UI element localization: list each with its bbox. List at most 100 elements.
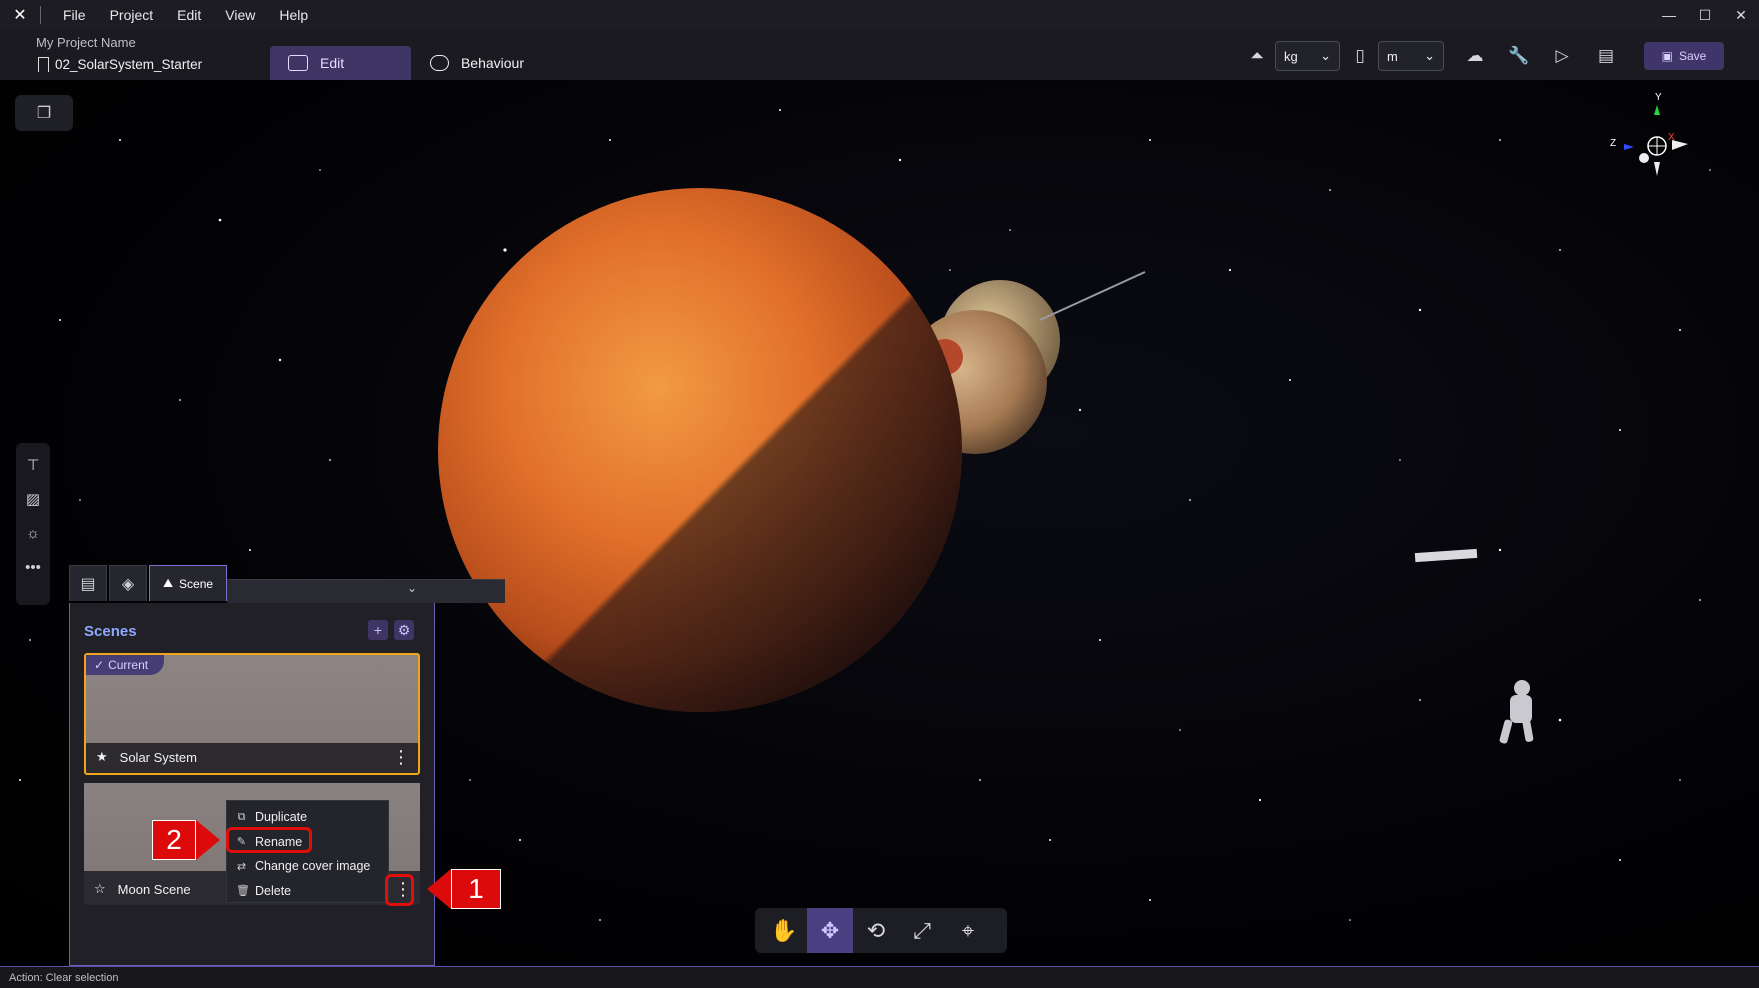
orientation-gizmo[interactable]: Y Z X [1602,88,1696,184]
ruler-icon: ▯ [1355,46,1365,65]
chevron-down-icon: ⌄ [1320,48,1331,63]
publish-button-wrap: ▤ [1594,40,1618,72]
save-button[interactable]: ▣ Save [1644,42,1724,70]
trash-icon: 🗑 [236,885,250,898]
scene-icon: ⛰ [162,576,174,590]
play-button-wrap: ▷ [1550,40,1574,72]
hand-icon[interactable]: ✋ [761,908,807,953]
settings-button-wrap: 🔧 [1507,40,1531,72]
star-filled-icon[interactable]: ★ [96,749,108,765]
gizmo-neg-y-axis [1654,162,1660,176]
satellite[interactable] [1414,548,1478,563]
tab-edit-label: Edit [320,55,345,71]
project-file-label: 02_SolarSystem_Starter [55,57,203,72]
chevron-down-icon[interactable]: ⌄ [407,581,417,595]
image-swap-icon: ⇄ [236,860,247,873]
behaviour-icon [430,55,449,71]
tab-edit[interactable]: Edit [270,46,411,80]
minimize-icon[interactable]: — [1651,0,1687,30]
scale-icon[interactable]: ⤢ [899,908,945,953]
mass-unit-dropdown[interactable]: kg ⌄ [1275,41,1340,71]
scenes-panel: Scenes + ⚙ ✓ Current ★ Solar System ⋮ ☆ … [69,603,435,966]
kebab-highlight [385,874,414,906]
menu-bar: ✕ File Project Edit View Help — ☐ ✕ [0,0,1759,30]
more-options-icon[interactable]: ⋮ [392,747,410,767]
gizmo-x-axis [1672,140,1688,150]
menu-item-label: Delete [255,883,292,898]
gizmo-y-label: Y [1655,92,1662,103]
menu-item-label: Change cover image [255,859,371,874]
save-icon: ▣ [1661,49,1673,63]
play-icon[interactable]: ▷ [1550,44,1574,68]
length-unit-value: m [1387,48,1398,64]
move-icon[interactable]: ✥ [807,908,853,953]
rocket-trail [1039,271,1146,321]
tab-behaviour-label: Behaviour [460,55,524,71]
astronaut[interactable] [1499,680,1534,744]
current-badge: ✓ Current [86,655,165,675]
layers-icon: ❐ [36,105,52,122]
callout-2-box: 2 [152,820,196,860]
project-file[interactable]: 02_SolarSystem_Starter [38,57,202,72]
top-toolbar: My Project Name 02_SolarSystem_Starter E… [0,30,1759,80]
assets-icon: ▤ [80,575,96,593]
plus-icon: + [373,622,383,638]
light-tool-icon[interactable]: ☼ [23,523,43,543]
maximize-icon[interactable]: ☐ [1687,0,1723,30]
menu-edit[interactable]: Edit [165,7,213,23]
length-unit-dropdown-wrap: m ⌄ [1378,40,1444,72]
scene-settings-button[interactable]: ⚙ [394,620,414,640]
gizmo-z-label: Z [1610,138,1616,149]
sun-shadow [438,188,962,712]
mass-unit-group: ⏶ [1245,40,1269,72]
tab-behaviour[interactable]: Behaviour [412,46,542,80]
tab-objects[interactable]: ◈ [109,565,147,601]
edit-icon [288,55,308,71]
star-outline-icon[interactable]: ☆ [94,881,106,897]
callout-1-arrow [427,869,451,909]
text-tool-icon[interactable]: ⊤ [23,455,43,475]
menu-item-duplicate[interactable]: ⧉ Duplicate [227,805,388,830]
gizmo-y-axis [1654,105,1660,115]
gizmo-z-axis [1624,144,1634,150]
view-toggle-button[interactable]: ❐ [15,95,73,131]
menu-view[interactable]: View [213,7,267,23]
publish-icon[interactable]: ▤ [1594,44,1618,68]
bookmark-icon [38,57,49,72]
rotate-icon[interactable]: ⟲ [853,908,899,953]
mass-unit-value: kg [1284,48,1298,64]
menu-item-change-cover-image[interactable]: ⇄ Change cover image [227,854,388,879]
more-icon[interactable]: ••• [23,557,43,577]
cloud-icon[interactable]: ☁ [1463,44,1487,68]
pivot-icon[interactable]: ⌖ [945,908,991,953]
add-scene-button[interactable]: + [368,620,388,640]
menu-item-label: Duplicate [255,810,308,825]
transform-toolbar: ✋ ✥ ⟲ ⤢ ⌖ [755,908,1007,953]
callout-1-box: 1 [451,869,501,909]
menu-project[interactable]: Project [98,7,166,23]
tab-assets[interactable]: ▤ [69,565,107,601]
tab-scene-label: Scene [179,576,214,591]
gear-icon: ⚙ [397,621,411,638]
menu-help[interactable]: Help [267,7,320,23]
scene-name: Solar System [119,749,197,765]
current-badge-label: Current [108,658,149,672]
menu-separator [40,6,41,24]
chevron-down-icon: ⌄ [1424,48,1435,63]
callout-2-arrow [196,820,220,860]
menu-item-delete[interactable]: 🗑 Delete [227,879,388,904]
length-unit-dropdown[interactable]: m ⌄ [1378,41,1444,71]
image-tool-icon[interactable]: ▨ [23,489,43,509]
length-unit-group: ▯ [1348,40,1372,72]
scene-card-solar-system[interactable]: ✓ Current ★ Solar System ⋮ [84,653,420,775]
menu-file[interactable]: File [51,7,98,23]
tab-scene[interactable]: ⛰ Scene [149,565,227,601]
scene-name: Moon Scene [117,881,191,897]
wrench-icon[interactable]: 🔧 [1507,44,1531,68]
close-icon[interactable]: ✕ [1723,0,1759,30]
panel-tab-strip [227,579,505,603]
callout-2: 2 [152,820,220,860]
status-text: Action: Clear selection [9,971,119,984]
callout-1: 1 [427,869,501,909]
panel-title: Scenes [84,623,137,640]
